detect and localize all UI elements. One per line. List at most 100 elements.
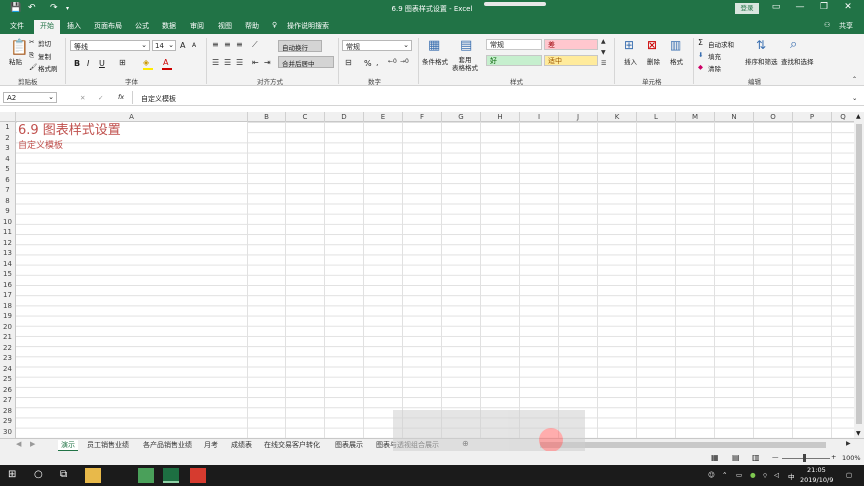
align-bottom-icon[interactable]: ≡	[236, 40, 243, 49]
copy-button[interactable]: 复制	[38, 51, 51, 61]
tab-formulas[interactable]: 公式	[135, 21, 149, 31]
col-header[interactable]: O	[754, 112, 793, 122]
row-header[interactable]: 15	[0, 269, 15, 279]
file-explorer-icon[interactable]	[85, 468, 101, 483]
grow-font-button[interactable]: A	[180, 41, 185, 50]
increase-indent-icon[interactable]: ⇥	[264, 58, 271, 67]
conditional-format-button[interactable]: 条件格式	[422, 56, 448, 66]
col-header[interactable]: F	[403, 112, 442, 122]
col-header[interactable]: D	[325, 112, 364, 122]
scroll-thumb[interactable]	[856, 124, 862, 424]
row-header[interactable]: 26	[0, 385, 15, 395]
scroll-up-icon[interactable]: ▲	[856, 113, 861, 120]
col-header[interactable]: M	[676, 112, 715, 122]
tell-me-search[interactable]: 操作说明搜索	[287, 21, 329, 31]
sheet-tab[interactable]: 月考	[204, 440, 218, 450]
col-header[interactable]: P	[793, 112, 832, 122]
style-bad[interactable]: 差	[544, 39, 598, 50]
task-view-icon[interactable]: ⧉	[60, 469, 67, 480]
clock-time[interactable]: 21:05	[807, 466, 826, 474]
format-cells-button[interactable]: 格式	[670, 56, 683, 66]
row-header[interactable]: 20	[0, 322, 15, 332]
align-left-icon[interactable]: ☰	[212, 58, 219, 67]
cell-grid[interactable]: 6.9 图表样式设置 自定义模板	[16, 122, 854, 438]
merge-center-button[interactable]: 合并后居中	[278, 56, 334, 68]
sheet-tab[interactable]: 成绩表	[231, 440, 252, 450]
row-header[interactable]: 27	[0, 395, 15, 405]
formula-input[interactable]: 自定义模板	[141, 94, 176, 104]
row-header[interactable]: 1	[0, 122, 15, 132]
row-header[interactable]: 30	[0, 427, 15, 437]
row-header[interactable]: 11	[0, 227, 15, 237]
scroll-down-icon[interactable]: ▼	[856, 430, 861, 437]
row-header[interactable]: 13	[0, 248, 15, 258]
tab-review[interactable]: 审阅	[190, 21, 204, 31]
decrease-indent-icon[interactable]: ⇤	[252, 58, 259, 67]
name-box[interactable]: A2 ⌄	[3, 92, 57, 103]
row-header[interactable]: 3	[0, 143, 15, 153]
zoom-level[interactable]: 100%	[842, 454, 861, 462]
cancel-icon[interactable]: ✕	[80, 94, 85, 102]
format-cells-icon[interactable]: ▥	[670, 38, 681, 52]
search-icon[interactable]: ○	[34, 469, 43, 480]
number-format-select[interactable]: 常规 ⌄	[342, 40, 412, 51]
col-header[interactable]: K	[598, 112, 637, 122]
scroll-right-icon[interactable]: ▶	[846, 440, 851, 447]
font-size-select[interactable]: 14 ⌄	[152, 40, 176, 51]
row-header[interactable]: 24	[0, 364, 15, 374]
cut-icon[interactable]: ✂	[29, 38, 34, 46]
tab-view[interactable]: 视图	[218, 21, 232, 31]
style-normal[interactable]: 常规	[486, 39, 542, 50]
align-middle-icon[interactable]: ≡	[224, 40, 231, 49]
normal-view-icon[interactable]: ▦	[711, 453, 719, 462]
col-header[interactable]: H	[481, 112, 520, 122]
network-icon[interactable]: ⌔	[762, 471, 768, 480]
login-button[interactable]: 登录	[735, 3, 759, 14]
cell-a2[interactable]: 自定义模板	[18, 141, 63, 152]
row-header[interactable]: 4	[0, 154, 15, 164]
row-header[interactable]: 29	[0, 416, 15, 426]
row-header[interactable]: 28	[0, 406, 15, 416]
recorder-taskbar-icon[interactable]	[190, 468, 206, 483]
orientation-icon[interactable]: ⟋	[252, 40, 258, 50]
styles-scroll-down-icon[interactable]: ▼	[601, 49, 606, 56]
share-icon[interactable]: ⚇	[824, 21, 830, 29]
tab-insert[interactable]: 插入	[67, 21, 81, 31]
align-top-icon[interactable]: ≡	[212, 40, 219, 49]
accounting-format-icon[interactable]: ⊟	[345, 58, 352, 67]
row-header[interactable]: 17	[0, 290, 15, 300]
styles-more-icon[interactable]: ☰	[601, 60, 606, 67]
col-header[interactable]: I	[520, 112, 559, 122]
cell-a1[interactable]: 6.9 图表样式设置	[18, 123, 121, 139]
tab-data[interactable]: 数据	[162, 21, 176, 31]
row-header[interactable]: 8	[0, 196, 15, 206]
row-header[interactable]: 19	[0, 311, 15, 321]
col-header[interactable]: B	[248, 112, 286, 122]
align-center-icon[interactable]: ☰	[224, 58, 231, 67]
prev-sheet-icon[interactable]: ◀	[16, 440, 21, 448]
increase-decimal-icon[interactable]: ←0	[388, 58, 397, 65]
shrink-font-button[interactable]: A	[192, 42, 196, 49]
delete-cells-button[interactable]: 删除	[647, 56, 660, 66]
windows-start-icon[interactable]: ⊞	[8, 469, 16, 480]
volume-icon[interactable]: ◁	[774, 471, 779, 479]
row-header[interactable]: 18	[0, 301, 15, 311]
styles-scroll-up-icon[interactable]: ▲	[601, 38, 606, 45]
minimize-icon[interactable]: —	[790, 2, 810, 12]
cut-button[interactable]: 剪切	[38, 38, 51, 48]
row-header[interactable]: 25	[0, 374, 15, 384]
tab-help[interactable]: 帮助	[245, 21, 259, 31]
close-icon[interactable]: ✕	[838, 2, 858, 12]
ribbon-options-icon[interactable]: ▭	[766, 2, 786, 12]
sheet-tab[interactable]: 各产品销售业绩	[143, 440, 192, 450]
format-painter-button[interactable]: 格式刷	[38, 63, 58, 73]
conditional-format-icon[interactable]: ▦	[428, 38, 440, 53]
row-header[interactable]: 14	[0, 259, 15, 269]
font-color-icon[interactable]: A	[163, 58, 168, 67]
row-header[interactable]: 6	[0, 175, 15, 185]
enter-icon[interactable]: ✓	[98, 94, 103, 102]
col-header[interactable]: J	[559, 112, 598, 122]
clear-icon[interactable]: ◆	[698, 63, 703, 71]
paste-icon[interactable]: 📋	[10, 38, 29, 56]
align-right-icon[interactable]: ☰	[236, 58, 243, 67]
